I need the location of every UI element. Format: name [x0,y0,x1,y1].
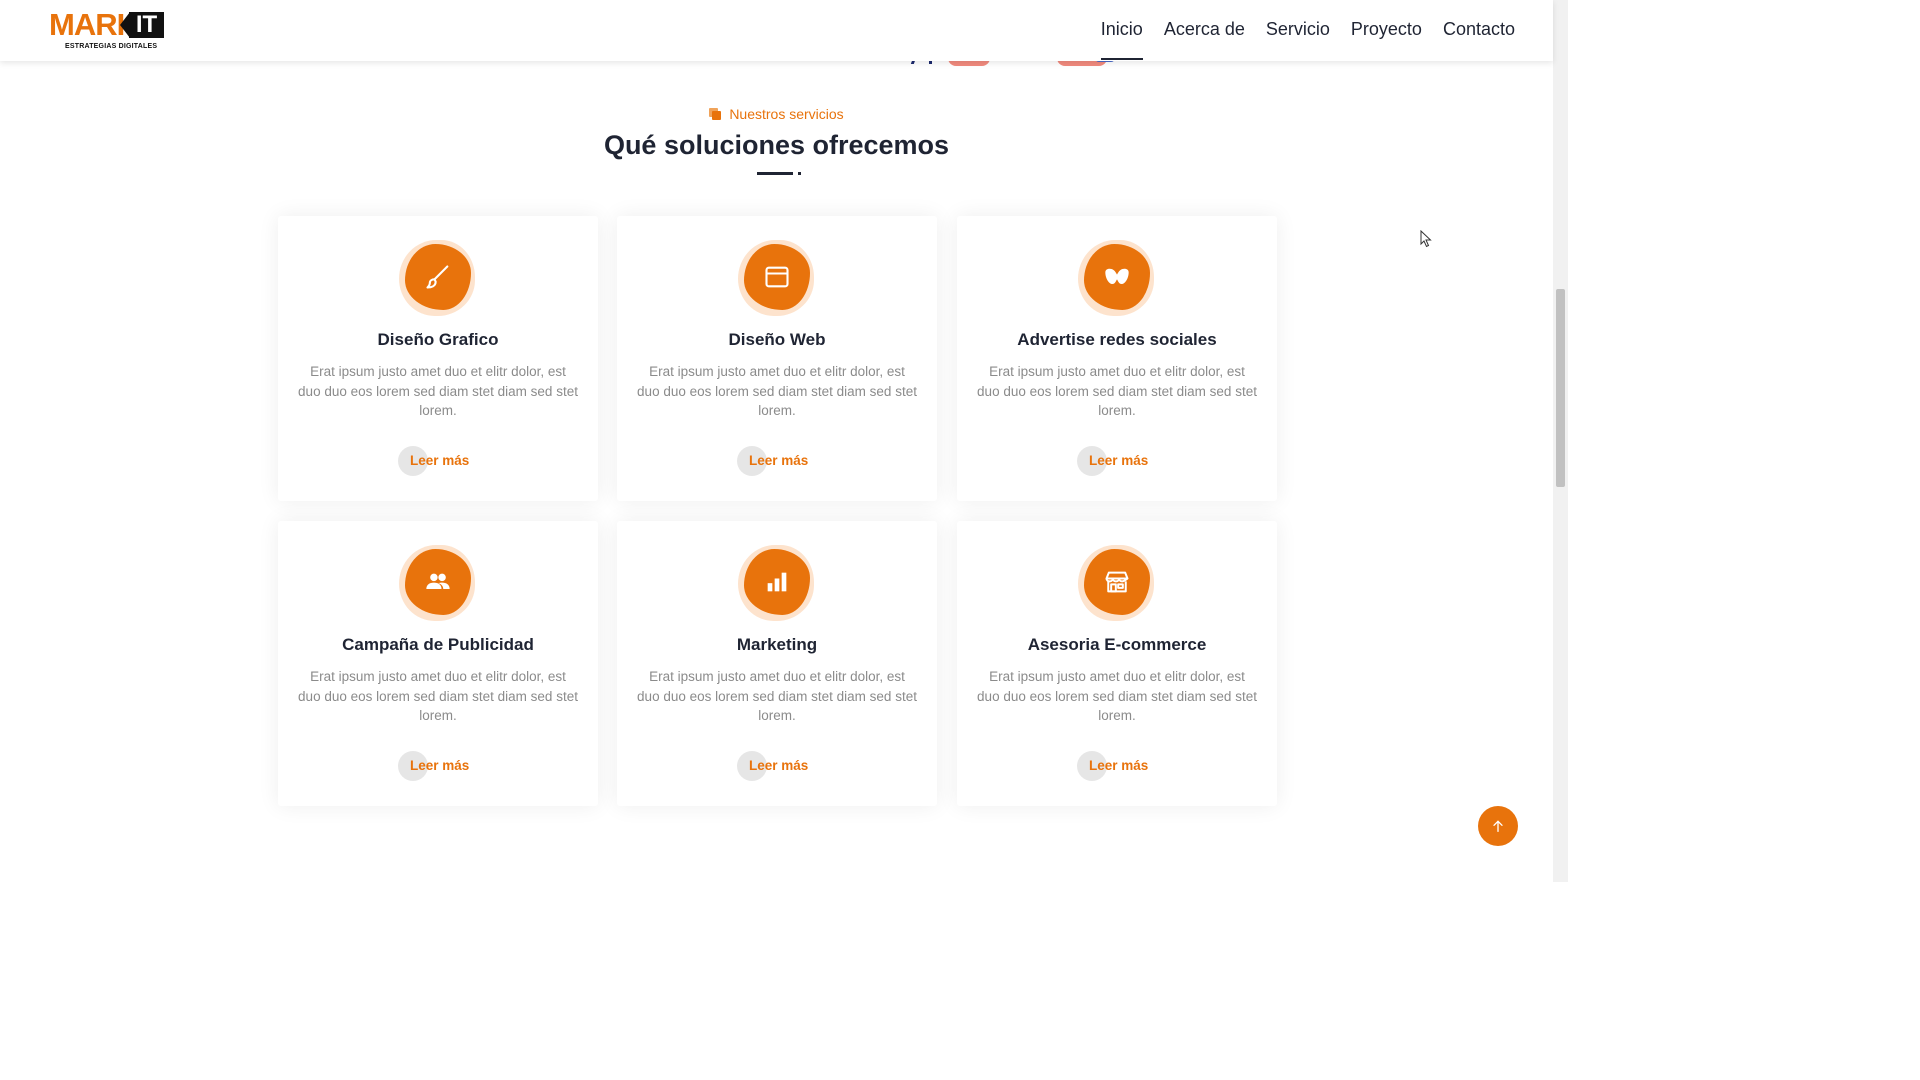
brand-logo[interactable]: MARK IT ESTRATEGIAS DIGITALES [49,9,167,52]
users-icon [426,573,450,589]
title-underline [757,172,793,175]
card-title: Diseño Grafico [377,330,499,349]
browser-window-icon [765,266,789,288]
section-tag: Nuestros servicios [0,106,1553,125]
card-icon-blob [738,545,814,621]
arrow-up-icon [1493,820,1503,832]
read-more-label: Leer más [410,453,470,468]
squares-icon [709,108,722,120]
service-card: Asesoria E-commerce Erat ipsum justo ame… [957,521,1277,806]
logo-tagline: ESTRATEGIAS DIGITALES [65,43,158,50]
scrollbar-thumb[interactable] [1556,289,1565,487]
service-card: Marketing Erat ipsum justo amet duo et e… [617,521,937,806]
brush-icon [426,265,449,289]
nav-item-inicio[interactable]: Inicio [1100,16,1143,60]
read-more-label: Leer más [749,453,809,468]
nav-item-servicio[interactable]: Servicio [1266,16,1330,42]
card-title: Marketing [736,635,818,654]
card-description: Erat ipsum justo amet duo et elitr dolor… [637,364,917,418]
service-card: Campaña de Publicidad Erat ipsum justo a… [278,521,598,806]
read-more-link[interactable]: Leer más [398,446,488,476]
card-title: Advertise redes sociales [1017,330,1217,349]
nav-item-acerca-de[interactable]: Acerca de [1164,16,1245,42]
card-icon-blob [399,240,475,316]
card-description: Erat ipsum justo amet duo et elitr dolor… [977,364,1257,418]
read-more-label: Leer más [410,758,470,773]
card-description: Erat ipsum justo amet duo et elitr dolor… [298,364,578,418]
service-card: Diseño Web Erat ipsum justo amet duo et … [617,216,937,501]
read-more-label: Leer más [1089,453,1149,468]
main-nav: Inicio Acerca de Servicio Proyecto Conta… [1100,16,1515,60]
card-description: Erat ipsum justo amet duo et elitr dolor… [637,669,917,723]
nav-item-contacto[interactable]: Contacto [1443,16,1515,42]
store-icon [1105,571,1129,593]
card-description: Erat ipsum justo amet duo et elitr dolor… [977,669,1257,723]
service-card: Diseño Grafico Erat ipsum justo amet duo… [278,216,598,501]
card-icon-blob [1078,240,1154,316]
read-more-link[interactable]: Leer más [398,751,488,781]
section-tag-label: Nuestros servicios [729,106,844,122]
title-underline-dot [798,172,801,175]
read-more-link[interactable]: Leer más [1077,751,1167,781]
service-card: Advertise redes sociales Erat ipsum just… [957,216,1277,501]
logo-it-text: IT [129,12,164,38]
card-title: Diseño Web [728,330,826,349]
card-icon-blob [738,240,814,316]
bar-chart-icon [767,572,787,592]
navbar: MARK IT ESTRATEGIAS DIGITALES Inicio Ace… [0,0,1553,61]
back-to-top-button[interactable] [1478,806,1518,846]
read-more-label: Leer más [1089,758,1149,773]
mouse-cursor-icon [1420,230,1432,248]
read-more-link[interactable]: Leer más [1077,446,1167,476]
read-more-label: Leer más [749,758,809,773]
mask-icon [1105,268,1129,284]
nav-item-proyecto[interactable]: Proyecto [1351,16,1422,42]
card-icon-blob [1078,545,1154,621]
read-more-link[interactable]: Leer más [737,446,827,476]
read-more-link[interactable]: Leer más [737,751,827,781]
card-title: Campaña de Publicidad [342,635,534,654]
card-description: Erat ipsum justo amet duo et elitr dolor… [298,669,578,723]
card-icon-blob [399,545,475,621]
section-title: Qué soluciones ofrecemos [603,130,950,160]
page-scrollbar[interactable] [1553,0,1568,882]
card-title: Asesoria E-commerce [1027,635,1207,654]
